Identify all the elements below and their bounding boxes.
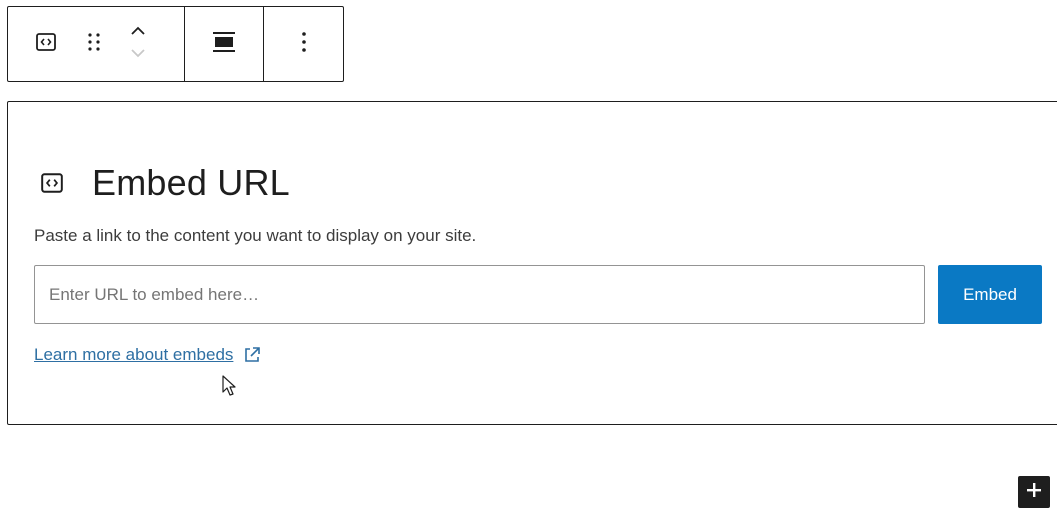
learn-more-label: Learn more about embeds [34,345,234,364]
block-inserter-button[interactable] [1018,476,1050,508]
embed-placeholder[interactable]: Embed URL Paste a link to the content yo… [7,101,1057,425]
chevron-up-icon [129,24,147,42]
external-link-icon [241,344,263,366]
block-toolbar-group-parent [8,7,185,81]
plus-icon [1024,480,1044,505]
block-toolbar-group-align [185,7,264,81]
more-vertical-icon [301,30,307,59]
embed-instructions: Paste a link to the content you want to … [34,226,477,245]
mouse-pointer-icon [222,375,236,396]
embed-icon [38,169,66,197]
move-up-button[interactable] [124,22,152,44]
chevron-down-icon [129,46,147,64]
embed-icon [35,31,57,58]
align-button[interactable] [204,24,244,64]
learn-more-link[interactable]: Learn more about embeds [34,344,263,366]
embed-title: Embed URL [92,162,290,203]
embed-url-input[interactable] [34,265,925,324]
move-down-button[interactable] [124,44,152,66]
block-type-button[interactable] [26,24,66,64]
block-movers [124,20,152,68]
options-button[interactable] [284,24,324,64]
embed-submit-button[interactable]: Embed [938,265,1042,324]
drag-handle-icon [86,31,102,58]
block-toolbar [7,6,344,82]
embed-placeholder-label: Embed URL [38,162,290,204]
drag-handle-button[interactable] [74,24,114,64]
align-wide-icon [211,29,237,60]
block-toolbar-group-options [264,7,343,81]
editor-canvas: Embed URL Paste a link to the content yo… [0,0,1057,512]
